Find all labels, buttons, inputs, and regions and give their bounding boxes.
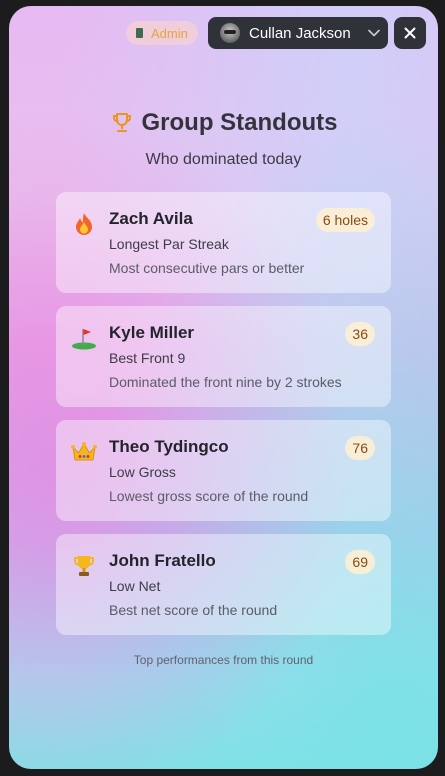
page-subtitle: Who dominated today	[145, 151, 302, 168]
standout-card: Zach Avila Longest Par Streak Most conse…	[56, 192, 391, 293]
player-name: Zach Avila	[109, 209, 193, 228]
crown-icon	[71, 439, 97, 465]
user-name: Cullan Jackson	[249, 24, 351, 42]
footer-note: Top performances from this round	[133, 653, 314, 667]
fire-icon	[71, 211, 97, 237]
title-row: Group Standouts	[9, 109, 438, 137]
award-title: Best Front 9	[109, 350, 186, 366]
standout-card: John Fratello Low Net Best net score of …	[56, 534, 391, 635]
admin-icon	[136, 28, 143, 38]
player-name: Kyle Miller	[109, 323, 195, 342]
award-description: Most consecutive pars or better	[109, 260, 305, 276]
player-name: John Fratello	[109, 551, 216, 570]
user-selector[interactable]: Cullan Jackson	[208, 17, 388, 49]
standout-card: Theo Tydingco Low Gross Lowest gross sco…	[56, 420, 391, 521]
stat-badge: 69	[345, 550, 375, 574]
close-icon	[404, 27, 416, 39]
admin-badge[interactable]: Admin	[126, 21, 198, 45]
golf-flag-icon	[71, 325, 97, 351]
standout-card: Kyle Miller Best Front 9 Dominated the f…	[56, 306, 391, 407]
admin-label: Admin	[151, 25, 188, 41]
chevron-down-icon	[360, 29, 388, 37]
trophy-icon	[71, 553, 97, 579]
award-description: Lowest gross score of the round	[109, 488, 309, 504]
close-button[interactable]	[394, 17, 426, 49]
award-title: Low Gross	[109, 464, 176, 480]
award-title: Low Net	[109, 578, 161, 594]
avatar	[220, 23, 240, 43]
award-title: Longest Par Streak	[109, 236, 229, 252]
page-title: Group Standouts	[141, 109, 338, 136]
stat-badge: 36	[345, 322, 375, 346]
trophy-icon	[110, 111, 134, 135]
standouts-panel: Admin Cullan Jackson Group Standouts Who…	[9, 6, 438, 769]
award-description: Best net score of the round	[109, 602, 278, 618]
stat-badge: 76	[345, 436, 375, 460]
award-description: Dominated the front nine by 2 strokes	[109, 374, 342, 390]
stat-badge: 6 holes	[315, 208, 375, 232]
player-name: Theo Tydingco	[109, 437, 229, 456]
